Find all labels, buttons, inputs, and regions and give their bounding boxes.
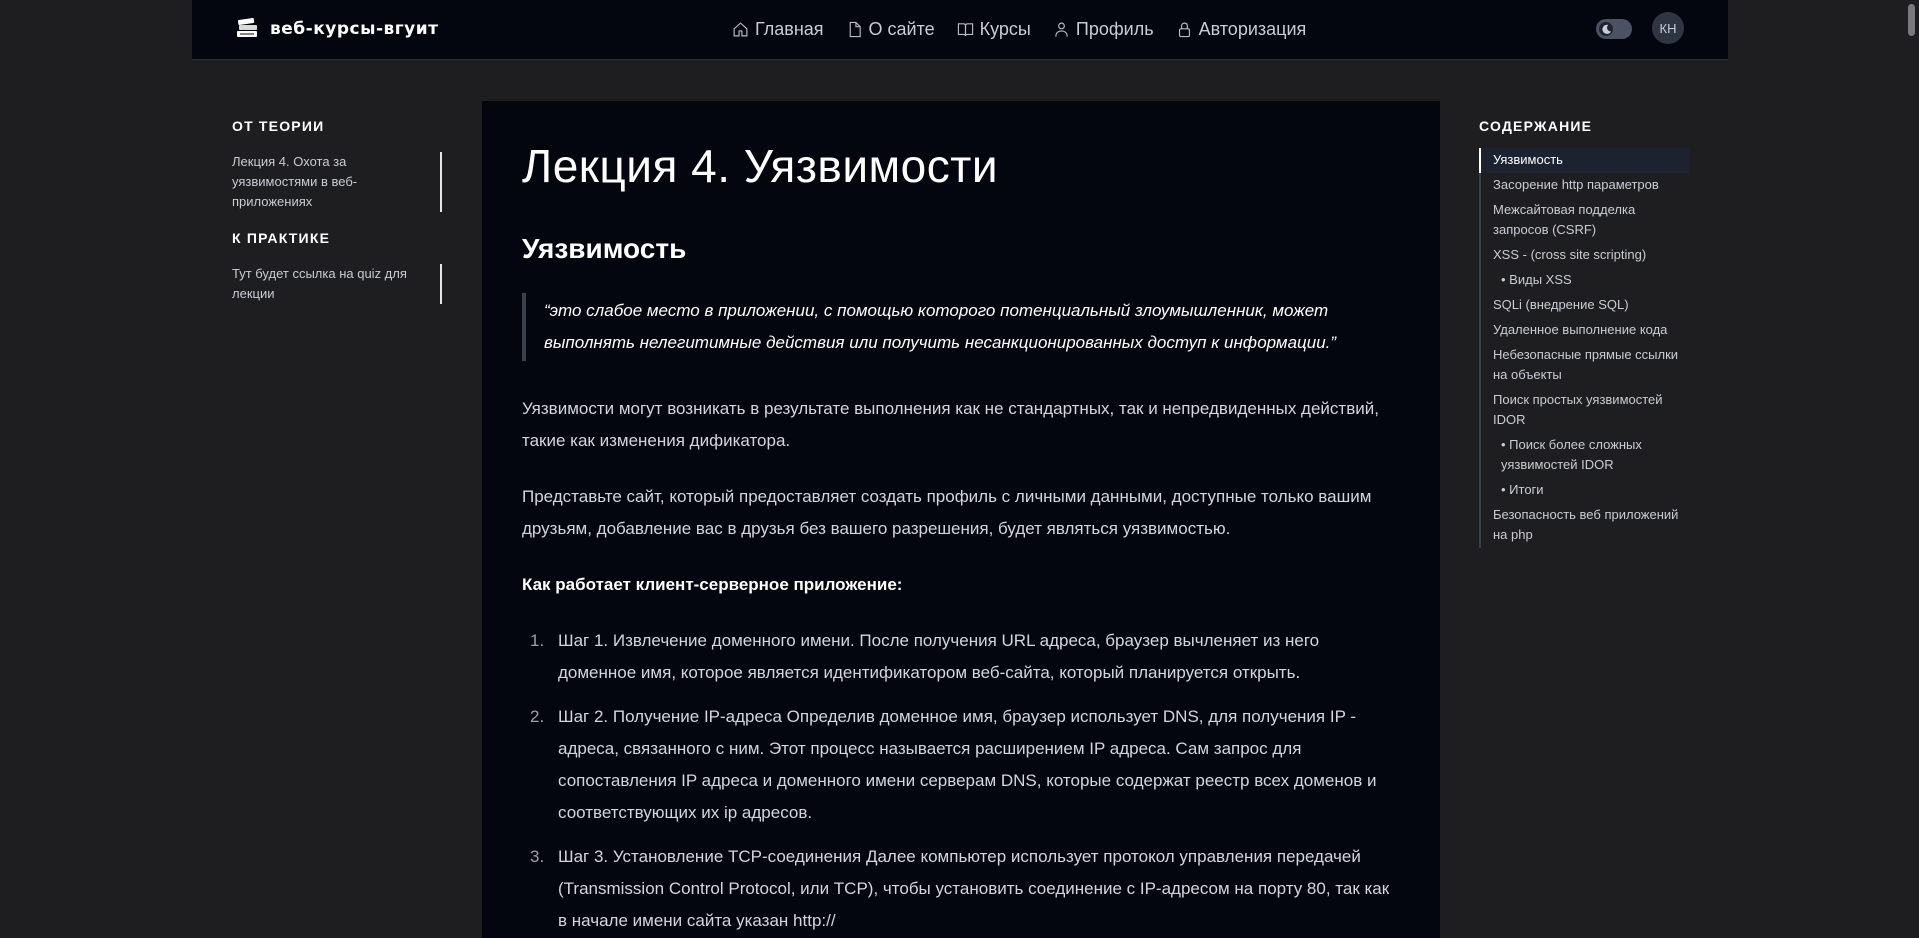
moon-icon — [1601, 24, 1611, 34]
definition-quote: “это слабое место в приложении, с помощь… — [522, 293, 1400, 361]
toc-item[interactable]: Поиск простых уязвимостей IDOR — [1481, 388, 1689, 433]
list-item-number: 1. — [530, 631, 545, 650]
left-sidebar: От теории Лекция 4. Охота за уязвимостям… — [232, 118, 442, 322]
brand-name: веб-курсы-вгуит — [270, 19, 439, 39]
nav-courses[interactable]: Курсы — [957, 19, 1031, 40]
nav-login-label: Авторизация — [1198, 18, 1307, 39]
theme-toggle[interactable] — [1596, 19, 1632, 39]
steps-heading: Как работает клиент-серверное приложение… — [522, 575, 903, 594]
nav-about-label: О сайте — [868, 18, 935, 39]
toc-subitem[interactable]: Итоги — [1481, 478, 1689, 503]
home-icon — [733, 21, 748, 36]
section-title: Уязвимость — [522, 233, 687, 264]
toc-item[interactable]: SQLi (внедрение SQL) — [1481, 293, 1689, 318]
books-logo-icon — [237, 18, 257, 37]
top-navbar: веб-курсы-вгуит Главная О сайте Курсы Пр… — [192, 0, 1728, 60]
nav-profile[interactable]: Профиль — [1053, 19, 1154, 40]
list-item-text: Шаг 1. Извлечение доменного имени. После… — [558, 631, 1320, 682]
list-item-text: Шаг 2. Получение IP-адреса Определив дом… — [558, 707, 1377, 822]
steps-list: 1. Шаг 1. Извлечение доменного имени. Пос… — [522, 625, 1400, 937]
toc-item[interactable]: Безопасность веб приложений на php — [1481, 503, 1689, 548]
toc-item[interactable]: Удаленное выполнение кода — [1481, 318, 1689, 343]
toc-subitem[interactable]: Виды XSS — [1481, 268, 1689, 293]
list-item-number: 2. — [530, 707, 545, 726]
nav-profile-label: Профиль — [1075, 18, 1154, 39]
lock-icon — [1178, 22, 1190, 37]
nav-home-label: Главная — [755, 18, 824, 39]
nav-login[interactable]: Авторизация — [1176, 18, 1307, 40]
table-of-contents: Содержание Уязвимость Засорение http пар… — [1479, 118, 1689, 548]
brand-link[interactable]: веб-курсы-вгуит — [234, 14, 439, 44]
toc-item[interactable]: Небезопасные прямые ссылки на объекты — [1481, 343, 1689, 388]
toc-subitem[interactable]: Поиск более сложных уязвимостей IDOR — [1481, 433, 1689, 478]
theory-heading: От теории — [232, 118, 325, 134]
main-nav: Главная О сайте Курсы Профиль Авторизаци… — [732, 16, 1306, 42]
toc-item[interactable]: Уязвимость — [1479, 148, 1689, 173]
paragraph-2: Представьте сайт, который предоставляет … — [522, 487, 1372, 538]
avatar-initials: КН — [1659, 20, 1677, 36]
document-icon — [849, 21, 861, 37]
list-item: 1. Шаг 1. Извлечение доменного имени. Пос… — [522, 625, 1400, 689]
paragraph-1: Уязвимости могут возникать в результате … — [522, 399, 1379, 450]
book-icon — [957, 22, 973, 36]
article: Лекция 4. Уязвимости Уязвимость “это сла… — [482, 101, 1440, 938]
toc-item[interactable]: XSS - (cross site scripting) — [1481, 243, 1689, 268]
practice-heading: К практике — [232, 230, 331, 246]
list-item-text: Шаг 3. Установление TCP-соединения Далее… — [558, 847, 1390, 930]
list-item: 3. Шаг 3. Установление TCP-соединения Дал… — [522, 841, 1400, 937]
avatar[interactable]: КН — [1652, 12, 1684, 44]
list-item-number: 3. — [530, 847, 545, 866]
user-icon — [1055, 22, 1068, 37]
toc-list: Уязвимость Засорение http параметров Меж… — [1479, 148, 1689, 548]
scrollbar-thumb[interactable] — [1908, 4, 1915, 36]
toc-heading: Содержание — [1479, 118, 1593, 134]
theory-link[interactable]: Лекция 4. Охота за уязвимостями в веб-пр… — [232, 152, 442, 212]
toc-item[interactable]: Межсайтовая подделка запросов (CSRF) — [1481, 198, 1689, 243]
page-title: Лекция 4. Уязвимости — [522, 140, 999, 192]
nav-home[interactable]: Главная — [732, 19, 824, 40]
nav-about[interactable]: О сайте — [846, 19, 935, 40]
nav-courses-label: Курсы — [979, 18, 1031, 39]
theme-toggle-knob — [1599, 22, 1613, 36]
toc-item[interactable]: Засорение http параметров — [1481, 173, 1689, 198]
page-scrollbar[interactable] — [1904, 0, 1919, 938]
practice-link[interactable]: Тут будет ссылка на quiz для лекции — [232, 264, 442, 304]
list-item: 2. Шаг 2. Получение IP-адреса Определив д… — [522, 701, 1400, 829]
